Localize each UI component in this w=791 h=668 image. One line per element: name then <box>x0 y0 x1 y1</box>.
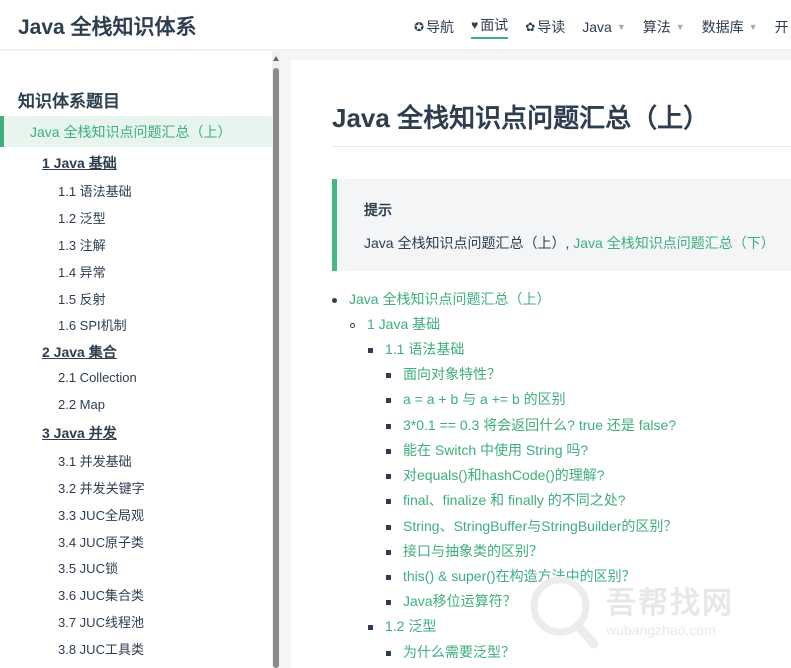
toc-link[interactable]: a = a + b 与 a += b 的区别 <box>403 390 566 408</box>
bullet-icon <box>386 424 391 429</box>
sidebar-section-java-concurrency[interactable]: 3 Java 并发 <box>42 423 117 443</box>
sidebar-item[interactable]: 2.2 Map <box>58 397 105 412</box>
toc-link[interactable]: 1.1 语法基础 <box>385 340 464 358</box>
site-title[interactable]: Java 全栈知识体系 <box>18 11 197 41</box>
bullet-icon <box>332 298 337 303</box>
bullet-icon <box>386 449 391 454</box>
caret-down-icon: ▼ <box>748 22 758 32</box>
sidebar-item[interactable]: 1.5 反射 <box>58 289 106 308</box>
sidebar-section-java-basics[interactable]: 1 Java 基础 <box>42 153 117 173</box>
main-content: Java 全栈知识点问题汇总（上） 提示 Java 全栈知识点问题汇总（上）, … <box>291 60 791 668</box>
scroll-up-arrow-icon[interactable] <box>273 56 279 61</box>
tip-title: 提示 <box>364 202 392 218</box>
page-title: Java 全栈知识点问题汇总（上） <box>332 103 710 133</box>
bullet-icon <box>386 525 391 530</box>
sidebar-item[interactable]: 3.8 JUC工具类 <box>58 639 144 658</box>
sidebar-item[interactable]: 3.7 JUC线程池 <box>58 612 144 631</box>
toc-link[interactable]: 为什么需要泛型？ <box>403 643 515 661</box>
sidebar-item[interactable]: 3.1 并发基础 <box>58 451 132 470</box>
nav-link-interview[interactable]: ♥ 面试 <box>471 15 509 39</box>
nav-dropdown-java[interactable]: Java ▼ <box>582 15 626 39</box>
bullet-icon <box>386 550 391 555</box>
nav-link-guide[interactable]: ✪ 导航 <box>414 15 454 39</box>
sidebar-item[interactable]: 3.3 JUC全局观 <box>58 505 144 524</box>
nav-link-label: 算法 <box>642 19 671 35</box>
bullet-icon <box>368 625 373 630</box>
bullet-icon <box>386 600 391 605</box>
toc-link[interactable]: 3*0.1 == 0.3 将会返回什么? true 还是 false? <box>403 416 676 434</box>
toc-link[interactable]: 接口与抽象类的区别？ <box>403 542 543 560</box>
nav-link-label: 导航 <box>426 19 455 35</box>
nav-link-label: 开 <box>774 19 789 35</box>
toc-link[interactable]: final、finalize 和 finally 的不同之处? <box>403 491 626 509</box>
sidebar-item[interactable]: 1.1 语法基础 <box>58 181 132 200</box>
bullet-icon <box>386 474 391 479</box>
bullet-icon <box>386 398 391 403</box>
toc-link[interactable]: String、StringBuffer与StringBuilder的区别？ <box>403 517 677 535</box>
sidebar-item-label: Java 全栈知识点问题汇总（上） <box>30 124 232 140</box>
bullet-icon <box>386 373 391 378</box>
compass-icon: ✪ <box>414 20 425 34</box>
bullet-icon <box>386 575 391 580</box>
toc-link[interactable]: this() & super()在构造方法中的区别？ <box>403 567 636 585</box>
nav-link-label: Java <box>582 19 612 35</box>
flower-icon: ✿ <box>525 20 536 34</box>
tip-link-part2[interactable]: Java 全栈知识点问题汇总（下） <box>573 235 774 251</box>
bullet-icon <box>350 323 355 328</box>
sidebar-item[interactable]: 1.3 注解 <box>58 235 106 254</box>
tip-block: 提示 Java 全栈知识点问题汇总（上）, Java 全栈知识点问题汇总（下） <box>332 179 791 271</box>
toc-link[interactable]: 能在 Switch 中使用 String 吗? <box>403 441 588 459</box>
sidebar-item[interactable]: 1.6 SPI机制 <box>58 315 127 334</box>
tip-text-body: Java 全栈知识点问题汇总（上）, <box>364 235 574 251</box>
title-divider <box>332 146 791 147</box>
nav-dropdown-algorithm[interactable]: 算法 ▼ <box>643 15 685 39</box>
toc-link[interactable]: Java移位运算符？ <box>403 592 517 610</box>
sidebar-section-java-collections[interactable]: 2 Java 集合 <box>42 342 117 362</box>
nav-link-label: 面试 <box>480 17 509 33</box>
nav-link-overflow[interactable]: 开 <box>775 15 789 39</box>
sidebar-item[interactable]: 2.1 Collection <box>58 370 137 385</box>
sidebar-item[interactable]: 3.2 并发关键字 <box>58 478 145 497</box>
toc-link[interactable]: 1 Java 基础 <box>367 315 440 333</box>
sidebar: 知识体系题目 Java 全栈知识点问题汇总（上） 1 Java 基础 1.1 语… <box>0 51 272 668</box>
toc-link[interactable]: 面向对象特性？ <box>403 365 501 383</box>
heart-icon: ♥ <box>471 18 479 32</box>
navbar: Java 全栈知识体系 ✪ 导航 ♥ 面试 ✿ 导读 Java ▼ 算法 ▼ 数… <box>0 0 791 50</box>
toc-link[interactable]: Java 全栈知识点问题汇总（上） <box>349 290 550 308</box>
sidebar-item[interactable]: 3.4 JUC原子类 <box>58 532 144 551</box>
caret-down-icon: ▼ <box>616 22 626 32</box>
nav-links: ✪ 导航 ♥ 面试 ✿ 导读 Java ▼ 算法 ▼ 数据库 ▼ 开 <box>414 15 791 39</box>
bullet-icon <box>368 348 373 353</box>
scrollbar-thumb[interactable] <box>273 68 279 668</box>
sidebar-heading: 知识体系题目 <box>18 92 120 111</box>
caret-down-icon: ▼ <box>675 22 685 32</box>
sidebar-item[interactable]: 3.6 JUC集合类 <box>58 585 144 604</box>
toc-link[interactable]: 对equals()和hashCode()的理解? <box>403 466 605 484</box>
sidebar-item[interactable]: 1.2 泛型 <box>58 208 106 227</box>
sidebar-item[interactable]: 3.5 JUC锁 <box>58 558 118 577</box>
toc-link[interactable]: 1.2 泛型 <box>385 617 436 635</box>
bullet-icon <box>386 651 391 656</box>
sidebar-item[interactable]: 1.4 异常 <box>58 262 106 281</box>
nav-link-reading[interactable]: ✿ 导读 <box>525 15 565 39</box>
nav-link-label: 数据库 <box>701 19 744 35</box>
nav-link-label: 导读 <box>537 19 566 35</box>
sidebar-item-active[interactable]: Java 全栈知识点问题汇总（上） <box>0 116 272 147</box>
tip-text: Java 全栈知识点问题汇总（上）, Java 全栈知识点问题汇总（下） <box>364 233 775 253</box>
nav-dropdown-database[interactable]: 数据库 ▼ <box>702 15 758 39</box>
bullet-icon <box>386 499 391 504</box>
